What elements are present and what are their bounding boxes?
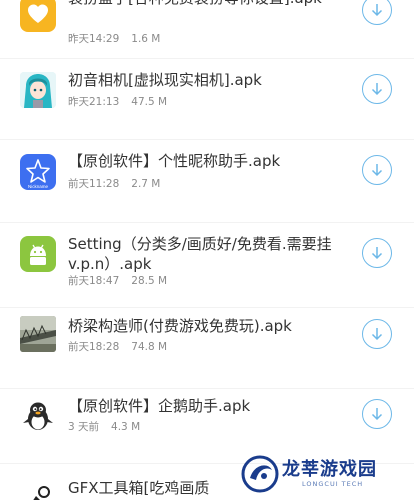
star-blue-app-icon: Nickname [20, 154, 56, 190]
download-arrow-icon [371, 247, 383, 260]
file-list: 装扮盒子[各种免费装扮等你设置].apk 昨天14:29 1.6 M 初音相机[虚… [0, 0, 414, 500]
download-button[interactable] [362, 74, 392, 104]
list-item[interactable]: Nickname 【原创软件】个性昵称助手.apk 前天11:28 2.7 M [0, 140, 414, 222]
watermark-name: 龙莘游戏园 [282, 459, 377, 480]
android-robot-icon [20, 236, 56, 272]
download-arrow-icon [371, 328, 383, 341]
bridge-photo-icon [20, 316, 56, 352]
file-title[interactable]: 装扮盒子[各种免费装扮等你设置].apk [68, 0, 343, 8]
file-time: 前天11:28 [68, 178, 120, 190]
icon-caption: Nickname [28, 184, 49, 189]
file-meta: 昨天21:13 47.5 M [68, 94, 167, 109]
download-button[interactable] [362, 155, 392, 185]
longcui-logo-icon [241, 455, 279, 493]
file-size: 2.7 M [131, 178, 161, 190]
penguin-icon [20, 397, 56, 433]
gfx-tool-icon [20, 478, 56, 500]
file-time: 前天18:28 [68, 341, 120, 353]
file-size: 74.8 M [131, 341, 168, 353]
file-time: 昨天14:29 [68, 33, 120, 45]
download-arrow-icon [371, 83, 383, 96]
file-size: 1.6 M [131, 33, 161, 45]
file-title[interactable]: 初音相机[虚拟现实相机].apk [68, 70, 343, 90]
list-item[interactable]: 装扮盒子[各种免费装扮等你设置].apk 昨天14:29 1.6 M [0, 0, 414, 62]
download-arrow-icon [371, 4, 383, 17]
file-time: 3 天前 [68, 421, 100, 433]
list-item[interactable]: 桥梁构造师(付费游戏免费玩).apk 前天18:28 74.8 M [0, 308, 414, 388]
download-button[interactable] [362, 319, 392, 349]
file-meta: 前天11:28 2.7 M [68, 176, 160, 191]
yellow-heart-app-icon [20, 0, 56, 32]
hatsune-miku-avatar-icon [20, 72, 56, 108]
file-size: 47.5 M [131, 96, 168, 108]
file-title[interactable]: Setting（分类多/画质好/免费看.需要挂v.p.n）.apk [68, 234, 343, 274]
download-arrow-icon [371, 408, 383, 421]
file-size: 4.3 M [111, 421, 141, 433]
file-meta: 昨天14:29 1.6 M [68, 31, 160, 46]
file-meta: 前天18:28 74.8 M [68, 339, 167, 354]
file-time: 昨天21:13 [68, 96, 120, 108]
file-title[interactable]: 【原创软件】企鹅助手.apk [68, 396, 343, 416]
file-meta: 前天18:47 28.5 M [68, 273, 167, 288]
download-button[interactable] [362, 0, 392, 25]
list-item[interactable]: Setting（分类多/画质好/免费看.需要挂v.p.n）.apk 前天18:4… [0, 223, 414, 307]
file-time: 前天18:47 [68, 275, 120, 287]
file-title[interactable]: 【原创软件】个性昵称助手.apk [68, 151, 343, 171]
download-button[interactable] [362, 399, 392, 429]
site-watermark: 龙莘游戏园 LONGCUI TECH [240, 452, 406, 496]
file-title[interactable]: 桥梁构造师(付费游戏免费玩).apk [68, 316, 343, 336]
file-meta: 3 天前 4.3 M [68, 419, 140, 434]
download-button[interactable] [362, 238, 392, 268]
watermark-sub: LONGCUI TECH [302, 480, 364, 488]
download-arrow-icon [371, 164, 383, 177]
file-size: 28.5 M [131, 275, 168, 287]
list-item[interactable]: 初音相机[虚拟现实相机].apk 昨天21:13 47.5 M [0, 59, 414, 139]
